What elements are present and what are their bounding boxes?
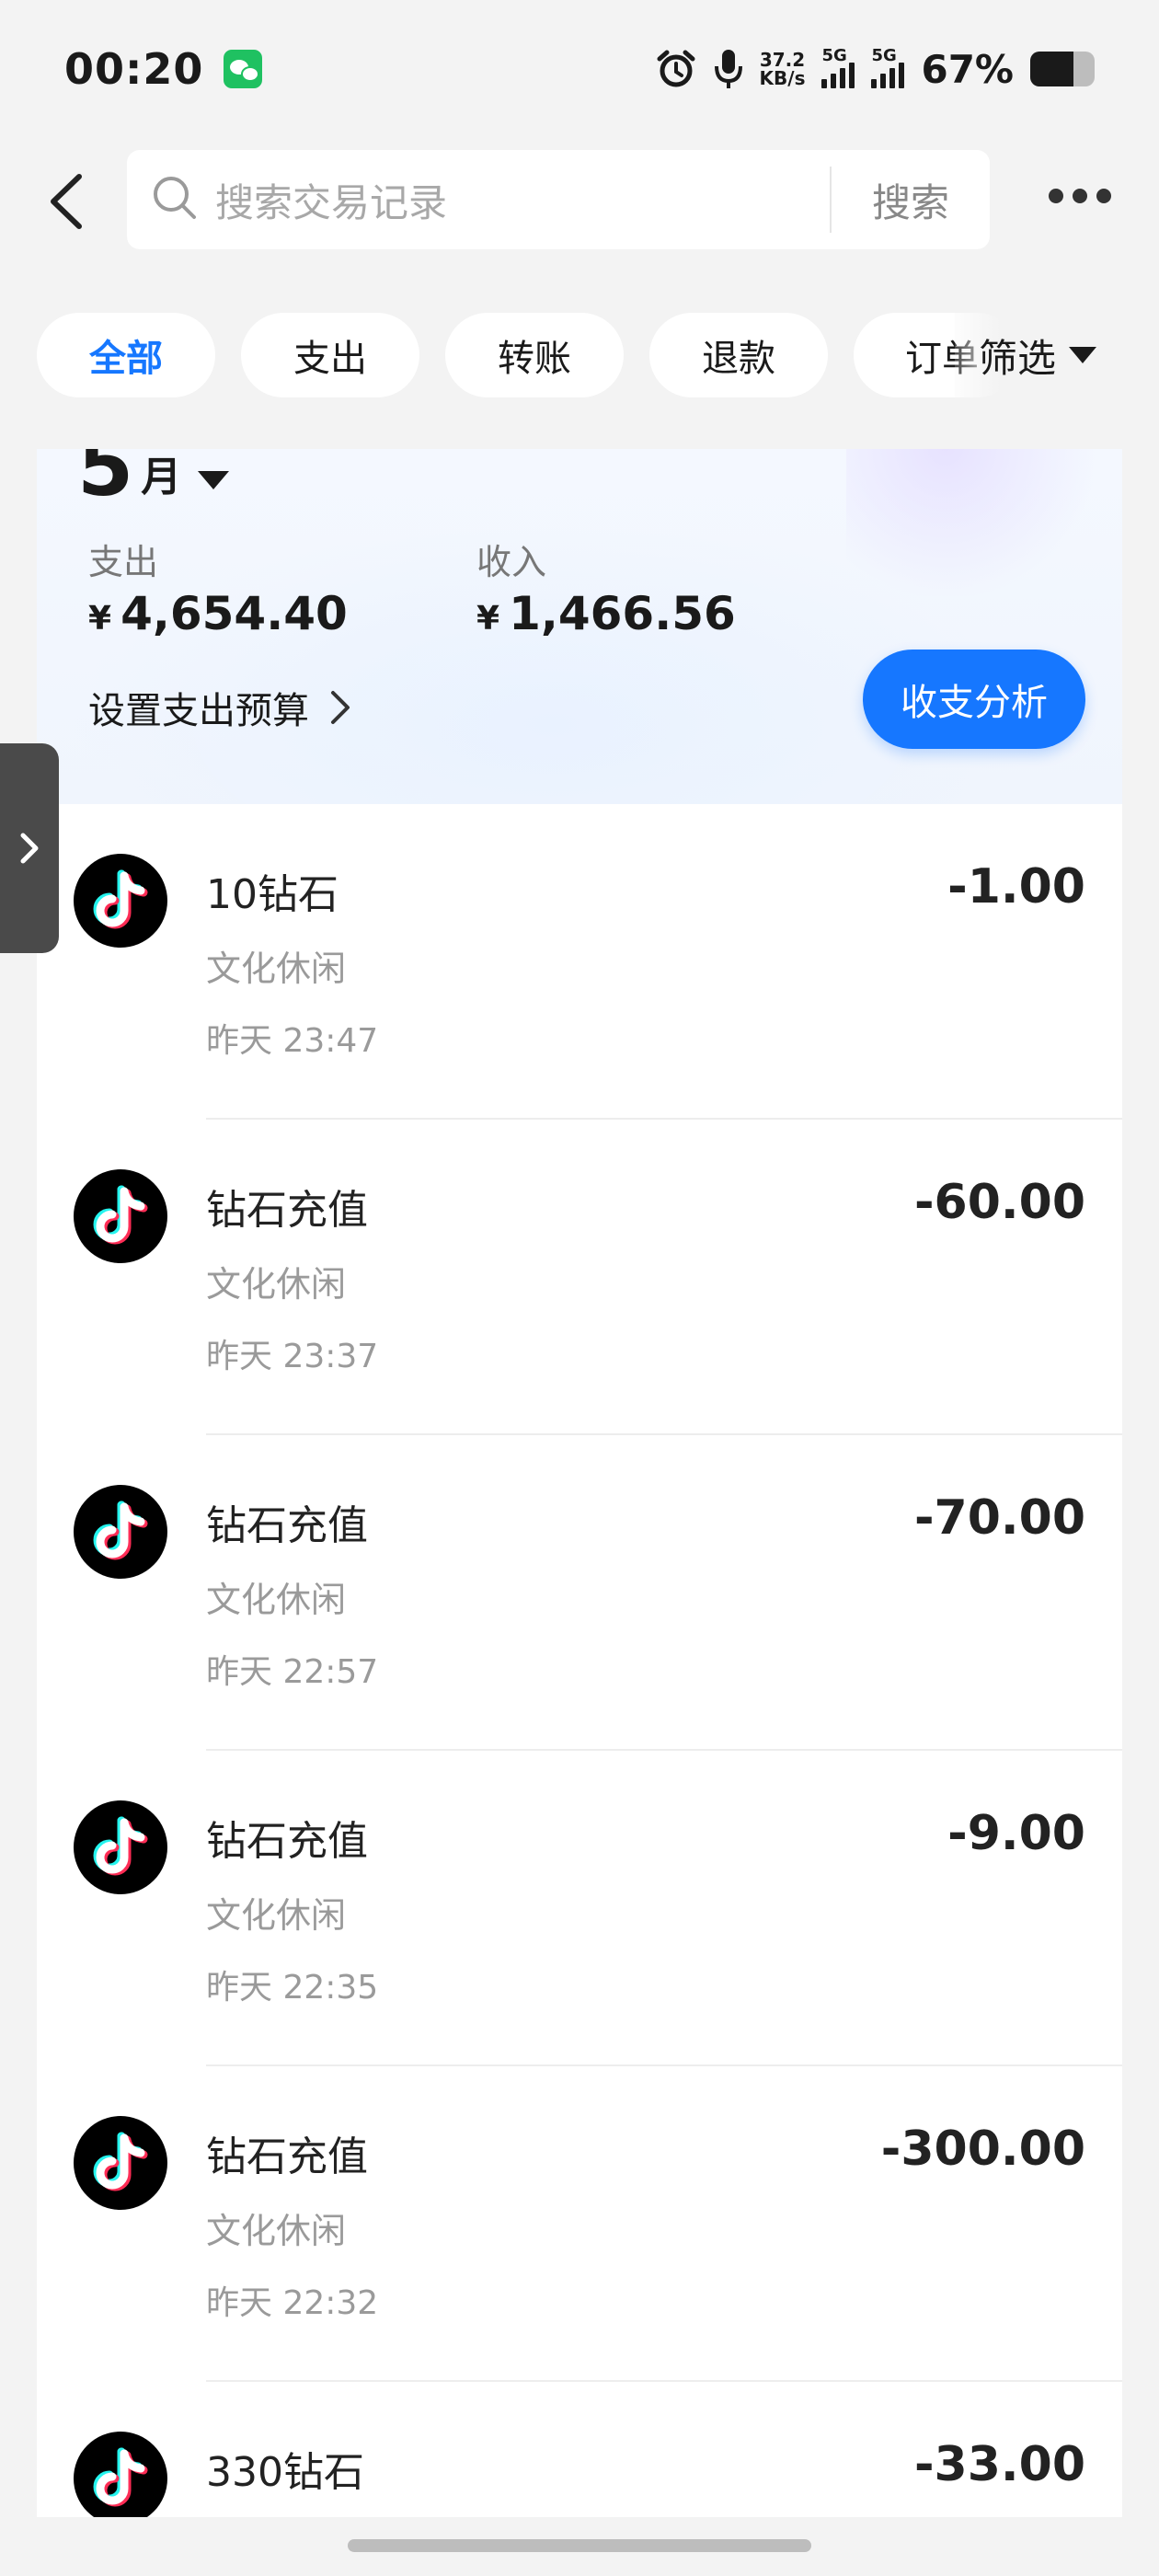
wechat-notification-icon <box>224 50 263 88</box>
transaction-category: 文化休闲 <box>206 1580 347 1620</box>
month-summary: 5 月 支出 ¥4,654.40 收入 ¥1,466.56 设置支出预算 收支分… <box>37 449 1122 804</box>
transaction-amount: -1.00 <box>947 859 1085 914</box>
filter-button[interactable]: 筛选 <box>979 313 1097 397</box>
income-total: ¥1,466.56 <box>476 587 736 640</box>
filter-row: 全部 支出 转账 退款 订单 筛选 <box>0 313 1159 397</box>
more-options-icon[interactable] <box>1049 189 1111 203</box>
status-indicators: 37.2 KB/s 5G 5G 67% <box>655 46 1095 92</box>
transaction-time: 昨天 22:32 <box>206 2284 379 2322</box>
transaction-amount: -70.00 <box>913 1490 1085 1546</box>
transaction-list: 10钻石 文化休闲 昨天 23:47 -1.00 钻石充值 文化休闲 昨天 23… <box>37 804 1122 2517</box>
set-budget-link[interactable]: 设置支出预算 <box>88 681 351 734</box>
transaction-row[interactable]: 10钻石 文化休闲 昨天 23:47 -1.00 <box>37 804 1122 1120</box>
transaction-time: 昨天 23:37 <box>206 1338 379 1375</box>
filter-chip-transfer[interactable]: 转账 <box>445 313 624 397</box>
filter-button-label: 筛选 <box>979 335 1057 381</box>
screen: 00:20 37.2 KB/s 5G 5G 67% 搜索交易记录 搜索 全部 支… <box>0 0 1159 2576</box>
transaction-title: 10钻石 <box>206 871 339 918</box>
transaction-amount: -300.00 <box>880 2122 1085 2177</box>
microphone-icon <box>714 48 743 90</box>
douyin-icon <box>74 1169 167 1263</box>
month-selector[interactable]: 5 月 <box>77 449 230 514</box>
douyin-icon <box>74 2432 167 2517</box>
currency-symbol: ¥ <box>476 600 500 638</box>
expense-total: ¥4,654.40 <box>88 587 348 640</box>
currency-symbol: ¥ <box>88 600 112 638</box>
chevron-right-icon <box>331 691 350 724</box>
signal-icon: 5G <box>871 46 905 88</box>
battery-percent: 67% <box>921 46 1014 92</box>
set-budget-label: 设置支出预算 <box>88 690 309 732</box>
transaction-amount: -60.00 <box>913 1175 1085 1230</box>
transaction-title: 钻石充值 <box>206 1502 368 1549</box>
douyin-icon <box>74 1485 167 1579</box>
transaction-time: 昨天 22:57 <box>206 1653 379 1691</box>
douyin-icon <box>74 854 167 948</box>
net-speed-unit: KB/s <box>759 67 806 89</box>
search-input[interactable]: 搜索交易记录 <box>215 172 830 228</box>
signal-icon: 5G <box>821 46 855 88</box>
transaction-amount: -33.00 <box>913 2437 1085 2492</box>
income-value: 1,466.56 <box>509 587 736 640</box>
net-speed-value: 37.2 <box>759 49 806 71</box>
transaction-title: 钻石充值 <box>206 1818 368 1865</box>
status-bar: 00:20 37.2 KB/s 5G 5G 67% <box>0 0 1159 138</box>
transaction-category: 文化休闲 <box>206 1264 347 1305</box>
month-number: 5 <box>77 449 134 514</box>
expense-label: 支出 <box>88 542 159 582</box>
transaction-time: 昨天 22:35 <box>206 1969 379 2007</box>
search-button[interactable]: 搜索 <box>832 172 990 228</box>
transaction-title: 330钻石 <box>206 2449 364 2496</box>
chevron-right-icon <box>20 833 39 864</box>
transaction-category: 文化休闲 <box>206 949 347 989</box>
caret-down-icon <box>1069 347 1097 363</box>
transaction-row[interactable]: 330钻石 -33.00 <box>37 2382 1122 2517</box>
filter-chip-refund[interactable]: 退款 <box>649 313 828 397</box>
transaction-row[interactable]: 钻石充值 文化休闲 昨天 22:35 -9.00 <box>37 1751 1122 2066</box>
search-header: 搜索交易记录 搜索 <box>0 147 1159 253</box>
filter-chip-all[interactable]: 全部 <box>37 313 215 397</box>
income-expense-analysis-button[interactable]: 收支分析 <box>863 650 1085 749</box>
transaction-row[interactable]: 钻石充值 文化休闲 昨天 22:57 -70.00 <box>37 1435 1122 1751</box>
douyin-icon <box>74 2116 167 2210</box>
transaction-title: 钻石充值 <box>206 1187 368 1234</box>
home-indicator[interactable] <box>348 2539 811 2552</box>
status-time: 00:20 <box>64 44 204 94</box>
caret-down-icon <box>198 471 230 489</box>
month-unit: 月 <box>141 454 182 500</box>
transaction-time: 昨天 23:47 <box>206 1022 379 1060</box>
douyin-icon <box>74 1800 167 1894</box>
expense-value: 4,654.40 <box>120 587 348 640</box>
signal-label: 5G <box>821 46 847 65</box>
transaction-category: 文化休闲 <box>206 1895 347 1936</box>
transaction-amount: -9.00 <box>947 1806 1085 1861</box>
transaction-title: 钻石充值 <box>206 2133 368 2180</box>
filter-chip-expense[interactable]: 支出 <box>241 313 419 397</box>
battery-icon <box>1030 52 1095 86</box>
transaction-row[interactable]: 钻石充值 文化休闲 昨天 23:37 -60.00 <box>37 1120 1122 1435</box>
transaction-row[interactable]: 钻石充值 文化休闲 昨天 22:32 -300.00 <box>37 2066 1122 2382</box>
side-panel-toggle[interactable] <box>0 743 59 953</box>
summary-decoration <box>846 449 1122 596</box>
transaction-category: 文化休闲 <box>206 2211 347 2251</box>
transactions-card: 5 月 支出 ¥4,654.40 收入 ¥1,466.56 设置支出预算 收支分… <box>37 449 1122 2517</box>
search-icon <box>151 174 199 225</box>
income-label: 收入 <box>476 542 547 582</box>
search-box[interactable]: 搜索交易记录 搜索 <box>127 150 990 249</box>
signal-label: 5G <box>871 46 897 65</box>
net-speed: 37.2 KB/s <box>760 51 806 87</box>
alarm-icon <box>655 48 697 90</box>
back-arrow-icon[interactable] <box>40 169 96 234</box>
battery-fill <box>1030 52 1073 86</box>
